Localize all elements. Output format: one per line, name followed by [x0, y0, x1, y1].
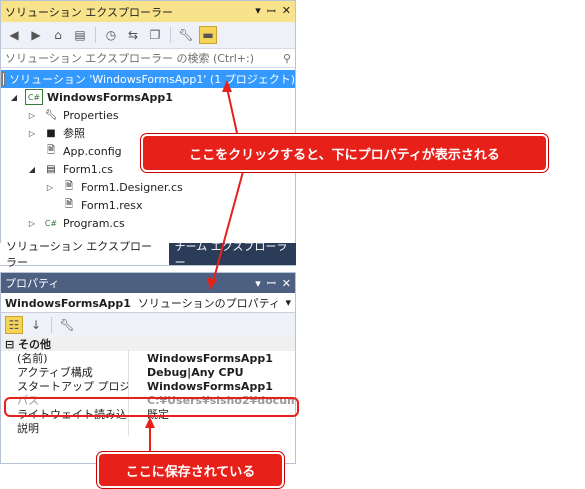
- solution-explorer-title: ソリューション エクスプローラー: [5, 5, 173, 19]
- solution-explorer-panel: ソリューション エクスプローラー ▾ ꟷ ✕ ◀ ▶ ⌂ ▤ ◷ ⇆ ❐ 🔧︎ …: [0, 0, 296, 266]
- solution-explorer-titlebar: ソリューション エクスプローラー ▾ ꟷ ✕: [1, 1, 295, 22]
- tree-item-properties[interactable]: ▷ 🔧︎ Properties: [1, 106, 295, 124]
- form-icon: ▤: [46, 163, 56, 175]
- close-icon[interactable]: ✕: [282, 277, 291, 290]
- cs-file-icon: 🗎︎: [64, 180, 74, 192]
- config-file-icon: 🗎︎: [46, 144, 56, 156]
- home-icon[interactable]: ⌂: [49, 26, 67, 44]
- properties-toolbar: ☷ ↓ 🔧︎: [1, 313, 295, 337]
- tree-item-project[interactable]: ◢ C# WindowsFormsApp1: [1, 88, 295, 106]
- property-grid: ⊟ その他 (名前) WindowsFormsApp1 アクティブ構成 Debug|…: [1, 337, 295, 436]
- tree-item-solution[interactable]: ソリューション 'WindowsFormsApp1' (1 プロジェクト): [1, 70, 295, 88]
- properties-titlebar: プロパティ ▾ ꟷ ✕: [1, 273, 295, 293]
- dropdown-icon[interactable]: ▾: [255, 277, 261, 290]
- toolbar-separator: [51, 317, 52, 333]
- callout-click-here: ここをクリックすると、下にプロパティが表示される: [141, 134, 548, 172]
- toolbar-separator: [95, 27, 96, 43]
- toolbar-separator: [170, 27, 171, 43]
- tree-item-label: 参照: [63, 127, 85, 140]
- categorized-icon[interactable]: ☷: [5, 316, 23, 334]
- property-value[interactable]: WindowsFormsApp1: [129, 352, 295, 365]
- search-icon[interactable]: ⚲: [283, 52, 291, 65]
- collapse-arrow-icon[interactable]: ◢: [9, 93, 19, 102]
- tree-item-program[interactable]: ▷ C# Program.cs: [1, 214, 295, 232]
- tree-item-label: Form1.cs: [63, 162, 113, 176]
- tree-item-label: Form1.resx: [81, 198, 143, 212]
- expand-arrow-icon[interactable]: ▷: [27, 219, 37, 228]
- property-pages-wrench-icon[interactable]: 🔧︎: [58, 316, 76, 334]
- references-icon: ■: [46, 127, 56, 139]
- expand-arrow-icon[interactable]: ▷: [27, 129, 37, 138]
- sync-icon[interactable]: ⇆: [124, 26, 142, 44]
- expand-arrow-icon[interactable]: ▷: [45, 183, 55, 192]
- property-row[interactable]: (名前) WindowsFormsApp1: [1, 350, 295, 366]
- collapse-all-icon[interactable]: ❐: [146, 26, 164, 44]
- property-row[interactable]: アクティブ構成 Debug|Any CPU: [1, 364, 295, 380]
- tab-solution-explorer[interactable]: ソリューション エクスプローラー: [0, 240, 169, 269]
- switch-views-icon[interactable]: ▤: [71, 26, 89, 44]
- tree-item-label: Form1.Designer.cs: [81, 180, 183, 194]
- pin-icon[interactable]: ꟷ: [267, 276, 276, 291]
- explorer-tabs: ソリューション エクスプローラー チーム エクスプローラー: [0, 240, 296, 269]
- chevron-down-icon[interactable]: ▾: [285, 296, 291, 309]
- tree-item-label: App.config: [63, 144, 122, 158]
- property-value[interactable]: WindowsFormsApp1: [129, 380, 295, 393]
- solution-icon: [2, 72, 6, 86]
- tree-item-label: Program.cs: [63, 216, 125, 230]
- close-icon[interactable]: ✕: [282, 4, 291, 19]
- csharp-file-icon: C#: [44, 218, 58, 228]
- property-row[interactable]: 説明: [1, 420, 295, 436]
- path-highlight-box: [4, 397, 299, 417]
- csharp-project-icon: C#: [25, 89, 43, 105]
- tree-item-form1-resx[interactable]: 🗎︎ Form1.resx: [1, 196, 295, 214]
- properties-title: プロパティ: [5, 277, 60, 290]
- properties-panel: プロパティ ▾ ꟷ ✕ WindowsFormsApp1 ソリューションのプロパ…: [0, 272, 296, 464]
- collapse-icon[interactable]: ⊟: [5, 338, 18, 351]
- tree-item-label: ソリューション 'WindowsFormsApp1' (1 プロジェクト): [9, 73, 295, 86]
- category-header[interactable]: ⊟ その他: [1, 337, 295, 351]
- alphabetical-icon[interactable]: ↓: [27, 316, 45, 334]
- object-name: WindowsFormsApp1: [5, 296, 131, 310]
- expand-arrow-icon[interactable]: ▷: [27, 111, 37, 120]
- forward-icon[interactable]: ▶: [27, 26, 45, 44]
- tab-team-explorer[interactable]: チーム エクスプローラー: [169, 240, 296, 269]
- solution-explorer-toolbar: ◀ ▶ ⌂ ▤ ◷ ⇆ ❐ 🔧︎ ▬: [1, 22, 295, 48]
- object-type: ソリューションのプロパティ: [137, 296, 280, 310]
- pin-icon[interactable]: ꟷ: [267, 4, 276, 19]
- tree-item-form1-designer[interactable]: ▷ 🗎︎ Form1.Designer.cs: [1, 178, 295, 196]
- object-selector[interactable]: WindowsFormsApp1 ソリューションのプロパティ ▾: [1, 293, 295, 313]
- dropdown-icon[interactable]: ▾: [255, 4, 261, 19]
- back-icon[interactable]: ◀: [5, 26, 23, 44]
- search-bar[interactable]: ソリューション エクスプローラー の検索 (Ctrl+:) ⚲: [1, 48, 295, 68]
- properties-wrench-icon[interactable]: 🔧︎: [177, 26, 195, 44]
- tree-item-label: WindowsFormsApp1: [47, 90, 173, 104]
- resx-file-icon: 🗎︎: [64, 198, 74, 210]
- property-row[interactable]: スタートアップ プロジェクトWindowsFormsApp1: [1, 378, 295, 394]
- callout-saved-here: ここに保存されている: [97, 452, 284, 488]
- preview-icon[interactable]: ▬: [199, 26, 217, 44]
- wrench-icon: 🔧︎: [44, 109, 58, 121]
- pending-changes-icon[interactable]: ◷: [102, 26, 120, 44]
- property-name: 説明: [1, 420, 129, 436]
- tree-item-label: Properties: [63, 108, 119, 122]
- property-value[interactable]: Debug|Any CPU: [129, 366, 295, 379]
- collapse-arrow-icon[interactable]: ◢: [27, 165, 37, 174]
- search-input[interactable]: ソリューション エクスプローラー の検索 (Ctrl+:): [5, 50, 283, 66]
